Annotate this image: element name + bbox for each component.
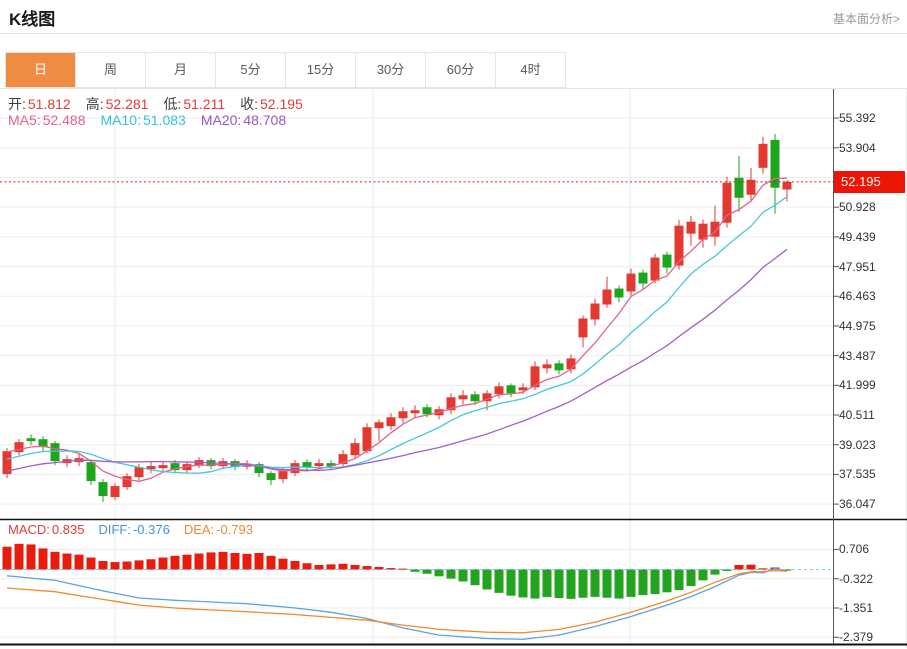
legend-item: MA5:52.488 xyxy=(8,112,86,128)
header: K线图 基本面分析> xyxy=(0,0,907,34)
current-price-tag: 52.195 xyxy=(834,171,905,193)
page-title: K线图 xyxy=(9,5,55,30)
main-axis-label: 36.047 xyxy=(839,497,901,511)
main-axis-label: 37.535 xyxy=(839,467,901,481)
ohlc-row: 开:51.812 高:52.281 低:51.211 收:52.195 xyxy=(8,94,318,114)
legend-item: MACD:0.835 xyxy=(8,522,84,537)
main-axis-label: 41.999 xyxy=(839,378,901,392)
macd-axis-label: 0.706 xyxy=(839,542,901,556)
tab-30分[interactable]: 30分 xyxy=(356,53,426,87)
tab-月[interactable]: 月 xyxy=(146,53,216,87)
main-axis-label: 53.904 xyxy=(839,141,901,155)
current-price-value: 52.195 xyxy=(841,174,881,189)
legend-item: DEA:-0.793 xyxy=(184,522,253,537)
ma10-line xyxy=(7,197,787,474)
fundamental-analysis-link[interactable]: 基本面分析> xyxy=(833,10,900,27)
gridlines-layer xyxy=(0,89,833,644)
period-tab-bar: 日周月5分15分30分60分4时 xyxy=(5,52,566,88)
macd-histogram-layer xyxy=(3,544,792,599)
legend-item: 低:51.211 xyxy=(163,96,225,112)
main-axis-label: 47.951 xyxy=(839,260,901,274)
legend-item: MA20:48.708 xyxy=(201,112,286,128)
tab-周[interactable]: 周 xyxy=(76,53,146,87)
macd-axis-label: -2.379 xyxy=(839,630,901,644)
main-axis-label: 39.023 xyxy=(839,438,901,452)
main-axis-label: 49.439 xyxy=(839,230,901,244)
tab-60分[interactable]: 60分 xyxy=(426,53,496,87)
macd-legend-row: MACD:0.835 DIFF:-0.376 DEA:-0.793 xyxy=(8,521,267,539)
main-axis-label: 55.392 xyxy=(839,111,901,125)
main-axis-label: 40.511 xyxy=(839,408,901,422)
ma-legend-row: MA5:52.488 MA10:51.083 MA20:48.708 xyxy=(8,112,301,130)
tab-5分[interactable]: 5分 xyxy=(216,53,286,87)
tab-日[interactable]: 日 xyxy=(6,53,76,87)
macd-axis-label: -0.322 xyxy=(839,572,901,586)
legend-item: 高:52.281 xyxy=(86,96,149,112)
tab-15分[interactable]: 15分 xyxy=(286,53,356,87)
kline-page: { "header": { "title": "K线图", "link": "基… xyxy=(0,0,907,648)
chart-svg[interactable] xyxy=(0,89,907,649)
legend-item: DIFF:-0.376 xyxy=(98,522,169,537)
ma5-line xyxy=(7,178,787,481)
legend-item: 开:51.812 xyxy=(8,96,71,112)
legend-item: 收:52.195 xyxy=(240,96,303,112)
main-axis-label: 50.928 xyxy=(839,200,901,214)
main-axis-label: 44.975 xyxy=(839,319,901,333)
macd-axis-label: -1.351 xyxy=(839,601,901,615)
main-axis-label: 46.463 xyxy=(839,289,901,303)
ma20-line xyxy=(7,249,787,471)
legend-item: MA10:51.083 xyxy=(101,112,186,128)
tab-4时[interactable]: 4时 xyxy=(496,53,565,87)
chart-area[interactable]: 开:51.812 高:52.281 低:51.211 收:52.195 MA5:52.… xyxy=(0,88,907,648)
ma-lines-layer xyxy=(7,178,787,481)
main-axis-label: 43.487 xyxy=(839,349,901,363)
